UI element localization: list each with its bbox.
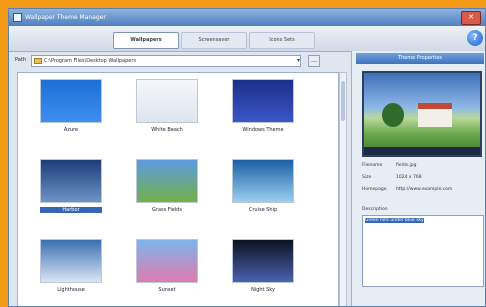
thumbnail-image[interactable] xyxy=(232,159,294,203)
folder-icon xyxy=(34,58,42,64)
thumbnail-image[interactable] xyxy=(136,239,198,283)
thumbnail-caption: Azure xyxy=(63,127,79,133)
thumbnail-image[interactable] xyxy=(40,239,102,283)
thumbnail-caption: Cruise Ship xyxy=(248,207,278,213)
property-value[interactable]: http://www.example.com xyxy=(396,187,452,192)
thumbnail-caption: Windows Theme xyxy=(242,127,284,133)
property-row: Size 1024 x 768 xyxy=(362,175,485,183)
thumbnail-item[interactable]: Grass Fields xyxy=(136,159,206,217)
thumbnail-image[interactable] xyxy=(232,79,294,123)
thumbnail-item[interactable]: Lighthouse xyxy=(40,239,110,297)
property-value: 1024 x 768 xyxy=(396,175,422,180)
thumbnail-item[interactable]: Sunset xyxy=(136,239,206,297)
thumbnail-image[interactable] xyxy=(136,79,198,123)
preview-taskbar xyxy=(364,147,480,155)
path-bar: Path C:\Program Files\Desktop Wallpapers… xyxy=(13,55,347,69)
help-icon[interactable]: ? xyxy=(467,30,483,46)
description-label: Description xyxy=(362,207,388,212)
thumbnail-caption: Harbor xyxy=(40,207,102,213)
thumbnail-item[interactable]: Windows Theme xyxy=(232,79,302,137)
window-title: Wallpaper Theme Manager xyxy=(25,14,106,21)
description-textarea[interactable]: Green hills under blue sky xyxy=(362,215,484,287)
thumbnail-image[interactable] xyxy=(136,159,198,203)
chevron-down-icon[interactable]: ▾ xyxy=(294,55,303,67)
browse-button[interactable]: … xyxy=(308,55,320,67)
tab-bar: Wallpapers Screensaver Icons Sets ? xyxy=(9,26,485,52)
app-icon xyxy=(13,13,22,22)
description-text: Green hills under blue sky xyxy=(365,218,424,223)
property-value: fields.jpg xyxy=(396,163,417,168)
thumbnail-caption: Lighthouse xyxy=(57,287,85,293)
preview-house xyxy=(418,103,452,127)
thumbnail-grid: Azure White Beach Windows Theme Harbor Grass… xyxy=(17,72,339,306)
thumbnail-caption: White Beach xyxy=(151,127,183,133)
property-row: Homepage http://www.example.com xyxy=(362,187,485,195)
path-input[interactable]: C:\Program Files\Desktop Wallpapers xyxy=(31,55,301,67)
properties-header: Theme Properties xyxy=(356,53,484,64)
property-key: Size xyxy=(362,175,372,180)
thumbnail-item[interactable]: Cruise Ship xyxy=(232,159,302,217)
thumbnail-item[interactable]: Night Sky xyxy=(232,239,302,297)
close-icon[interactable]: ✕ xyxy=(461,11,481,25)
tab-wallpapers[interactable]: Wallpapers xyxy=(113,32,179,49)
properties-panel: Theme Properties Filename fields.jpg Siz… xyxy=(351,51,485,306)
wallpaper-preview xyxy=(362,71,482,157)
preview-tree xyxy=(382,103,404,127)
thumbnail-item[interactable]: Azure xyxy=(40,79,110,137)
property-key: Filename xyxy=(362,163,383,168)
thumbnail-image[interactable] xyxy=(232,239,294,283)
property-key: Homepage xyxy=(362,187,387,192)
scrollbar-thumb[interactable] xyxy=(341,81,345,121)
thumbnail-caption: Night Sky xyxy=(251,287,275,293)
thumbnail-image[interactable] xyxy=(40,159,102,203)
thumbnail-caption: Grass Fields xyxy=(152,207,182,213)
thumbnail-item[interactable]: Harbor xyxy=(40,159,110,217)
path-value: C:\Program Files\Desktop Wallpapers xyxy=(44,58,137,64)
property-row: Filename fields.jpg xyxy=(362,163,485,171)
properties-footer xyxy=(364,299,484,306)
vertical-scrollbar[interactable] xyxy=(339,72,347,306)
tab-screensaver[interactable]: Screensaver xyxy=(181,32,247,49)
thumbnail-image[interactable] xyxy=(40,79,102,123)
thumbnail-caption: Sunset xyxy=(158,287,176,293)
thumbnail-item[interactable]: White Beach xyxy=(136,79,206,137)
app-window: Wallpaper Theme Manager ✕ Wallpapers Scr… xyxy=(8,8,486,307)
path-label: Path xyxy=(15,57,26,63)
tab-icon-sets[interactable]: Icons Sets xyxy=(249,32,315,49)
title-bar: Wallpaper Theme Manager ✕ xyxy=(9,9,485,26)
